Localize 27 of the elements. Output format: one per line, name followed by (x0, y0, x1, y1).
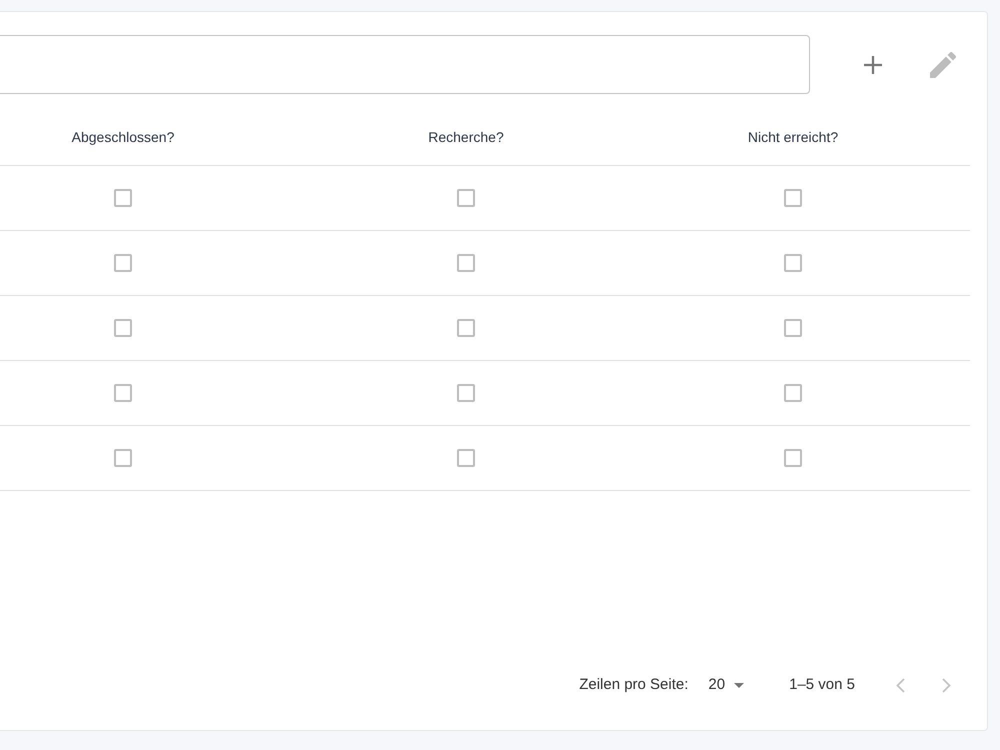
column-header: Abgeschlossen? (72, 128, 174, 147)
checkbox[interactable] (457, 384, 475, 402)
checkbox[interactable] (114, 189, 132, 207)
column-header: Nicht erreicht? (748, 128, 838, 147)
rows-per-page-label: Zeilen pro Seite: (579, 674, 688, 695)
checkbox[interactable] (457, 319, 475, 337)
chevron-left-icon (896, 678, 904, 692)
checkbox[interactable] (457, 189, 475, 207)
checkbox[interactable] (114, 319, 132, 337)
input-field[interactable] (0, 35, 810, 94)
caret-down-icon (734, 682, 744, 688)
checkbox[interactable] (784, 254, 802, 272)
page-range: 1–5 von 5 (789, 674, 855, 695)
checkbox[interactable] (457, 449, 475, 467)
pencil-icon (930, 52, 956, 78)
plus-icon (863, 54, 883, 74)
checkbox[interactable] (784, 449, 802, 467)
checkbox[interactable] (114, 384, 132, 402)
checkbox[interactable] (784, 189, 802, 207)
checkbox[interactable] (114, 254, 132, 272)
rows-per-page-select[interactable]: 20 (708, 674, 744, 696)
checkbox[interactable] (784, 384, 802, 402)
checkbox[interactable] (784, 319, 802, 337)
chevron-right-icon (942, 678, 950, 692)
column-header: Recherche? (428, 128, 504, 147)
checkbox[interactable] (114, 449, 132, 467)
checkbox[interactable] (457, 254, 475, 272)
